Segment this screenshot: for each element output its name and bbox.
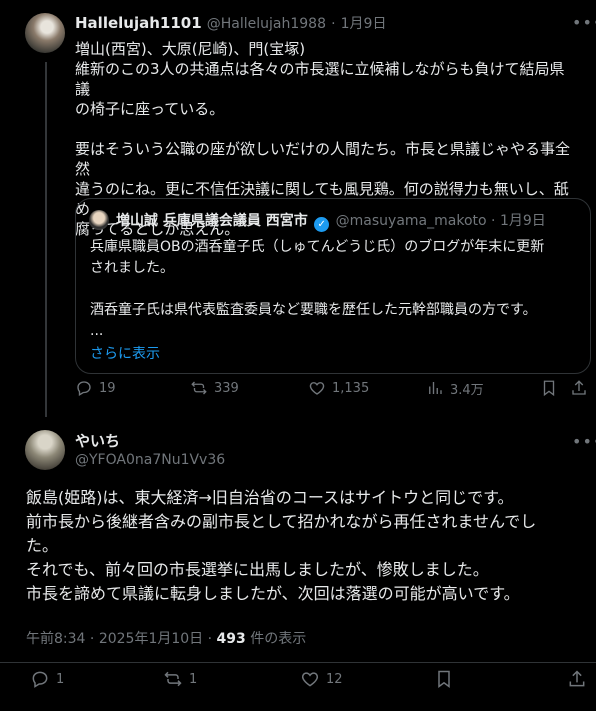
like-button[interactable]: 1,135 (308, 379, 369, 397)
avatar[interactable] (25, 13, 65, 53)
quoted-line: ... (90, 323, 104, 339)
tweet-time[interactable]: 午前8:34 (26, 631, 85, 647)
reply-button[interactable]: 1 (30, 669, 64, 689)
like-button[interactable]: 12 (300, 669, 343, 689)
repost-count: 1 (189, 671, 198, 687)
repost-count: 339 (214, 380, 239, 396)
tweet2-header: やいち (75, 430, 120, 451)
thread-connector-line (45, 62, 47, 417)
tweet-line: 前市長から後継者含みの副市長として招かれながら再任されませんでし (26, 512, 537, 531)
tweet-metadata: 午前8:34 · 2025年1月10日 · 493 件の表示 (26, 631, 307, 647)
avatar[interactable] (25, 430, 65, 470)
views-icon (426, 379, 444, 397)
views-count: 3.4万 (450, 382, 484, 398)
user-handle[interactable]: @YFOA0na7Nu1Vv36 (75, 452, 225, 468)
quoted-line: 酒呑童子氏は県代表監査委員など要職を歴任した元幹部職員の方です。 (90, 302, 537, 318)
tweet-date[interactable]: 2025年1月10日 (99, 631, 203, 647)
show-more-link[interactable]: さらに表示 (90, 343, 160, 363)
tweet-line: の椅子に座っている。 (75, 100, 225, 118)
tweet-line: それでも、前々回の市長選挙に出馬しましたが、惨敗しました。 (26, 560, 489, 579)
like-icon (308, 379, 326, 397)
like-count: 1,135 (332, 380, 370, 396)
reply-count: 1 (56, 671, 65, 687)
tweet-line: 要はそういう公職の座が欲しいだけの人間たち。市長と県議じゃやる事全然 (75, 140, 571, 178)
verified-badge-icon: ✓ (314, 217, 330, 232)
share-button[interactable] (570, 379, 588, 397)
reply-count: 19 (99, 380, 116, 396)
share-button[interactable] (567, 669, 587, 689)
more-icon[interactable]: ••• (572, 432, 596, 451)
repost-icon (190, 379, 208, 397)
like-icon (300, 669, 320, 689)
display-name[interactable]: やいち (75, 432, 120, 450)
tweet-line: 維新のこの3人の共通点は各々の市長選に立候補しながらも負けて結局県議 (75, 60, 565, 98)
views-count: 493 (216, 631, 246, 647)
bookmark-icon (434, 669, 454, 689)
more-icon[interactable]: ••• (572, 13, 596, 32)
repost-button[interactable]: 339 (190, 379, 239, 397)
repost-button[interactable]: 1 (163, 669, 197, 689)
tweet-line: 飯島(姫路)は、東大経済→旧自治省のコースはサイトウと同じです。 (26, 488, 514, 507)
divider (0, 662, 596, 663)
views-label: 件の表示 (250, 631, 307, 647)
repost-icon (163, 669, 183, 689)
quoted-tweet-date: 1月9日 (499, 213, 546, 229)
tweet2-text: 飯島(姫路)は、東大経済→旧自治省のコースはサイトウと同じです。 前市長から後継… (26, 486, 581, 606)
like-count: 12 (326, 671, 343, 687)
tweet-line: た。 (26, 536, 59, 555)
reply-icon (75, 379, 93, 397)
views-button[interactable]: 3.4万 (426, 379, 484, 398)
quoted-display-name: 増山誠 兵庫県議会議員 西宮市 (116, 213, 308, 229)
quoted-line: されました。 (90, 260, 174, 276)
quoted-tweet-card[interactable]: 増山誠 兵庫県議会議員 西宮市 ✓ @masuyama_makoto · 1月9… (75, 198, 591, 374)
quoted-line: 兵庫県職員OBの酒呑童子氏（しゅてんどうじ氏）のブログが年末に更新 (90, 239, 545, 255)
tweet-date[interactable]: 1月9日 (341, 16, 387, 32)
tweet-line: 市長を諦めて県議に転身しましたが、次回は落選の可能が高いです。 (26, 584, 520, 603)
user-handle[interactable]: @Hallelujah1988 (207, 16, 326, 32)
reply-icon (30, 669, 50, 689)
share-icon (570, 379, 588, 397)
quoted-tweet-text: 兵庫県職員OBの酒呑童子氏（しゅてんどうじ氏）のブログが年末に更新 されました。… (90, 237, 580, 342)
share-icon (567, 669, 587, 689)
tweet1-header: Hallelujah1101 @Hallelujah1988 · 1月9日 (75, 14, 387, 32)
bookmark-icon (540, 379, 558, 397)
display-name[interactable]: Hallelujah1101 (75, 14, 202, 32)
quoted-avatar (89, 210, 109, 230)
quoted-user-handle: @masuyama_makoto (335, 213, 487, 229)
bookmark-button[interactable] (540, 379, 558, 397)
quoted-tweet-header: 増山誠 兵庫県議会議員 西宮市 ✓ @masuyama_makoto · 1月9… (116, 213, 546, 232)
tweet-line: 増山(西宮)、大原(尼崎)、門(宝塚) (75, 40, 306, 58)
bookmark-button[interactable] (434, 669, 454, 689)
reply-button[interactable]: 19 (75, 379, 116, 397)
